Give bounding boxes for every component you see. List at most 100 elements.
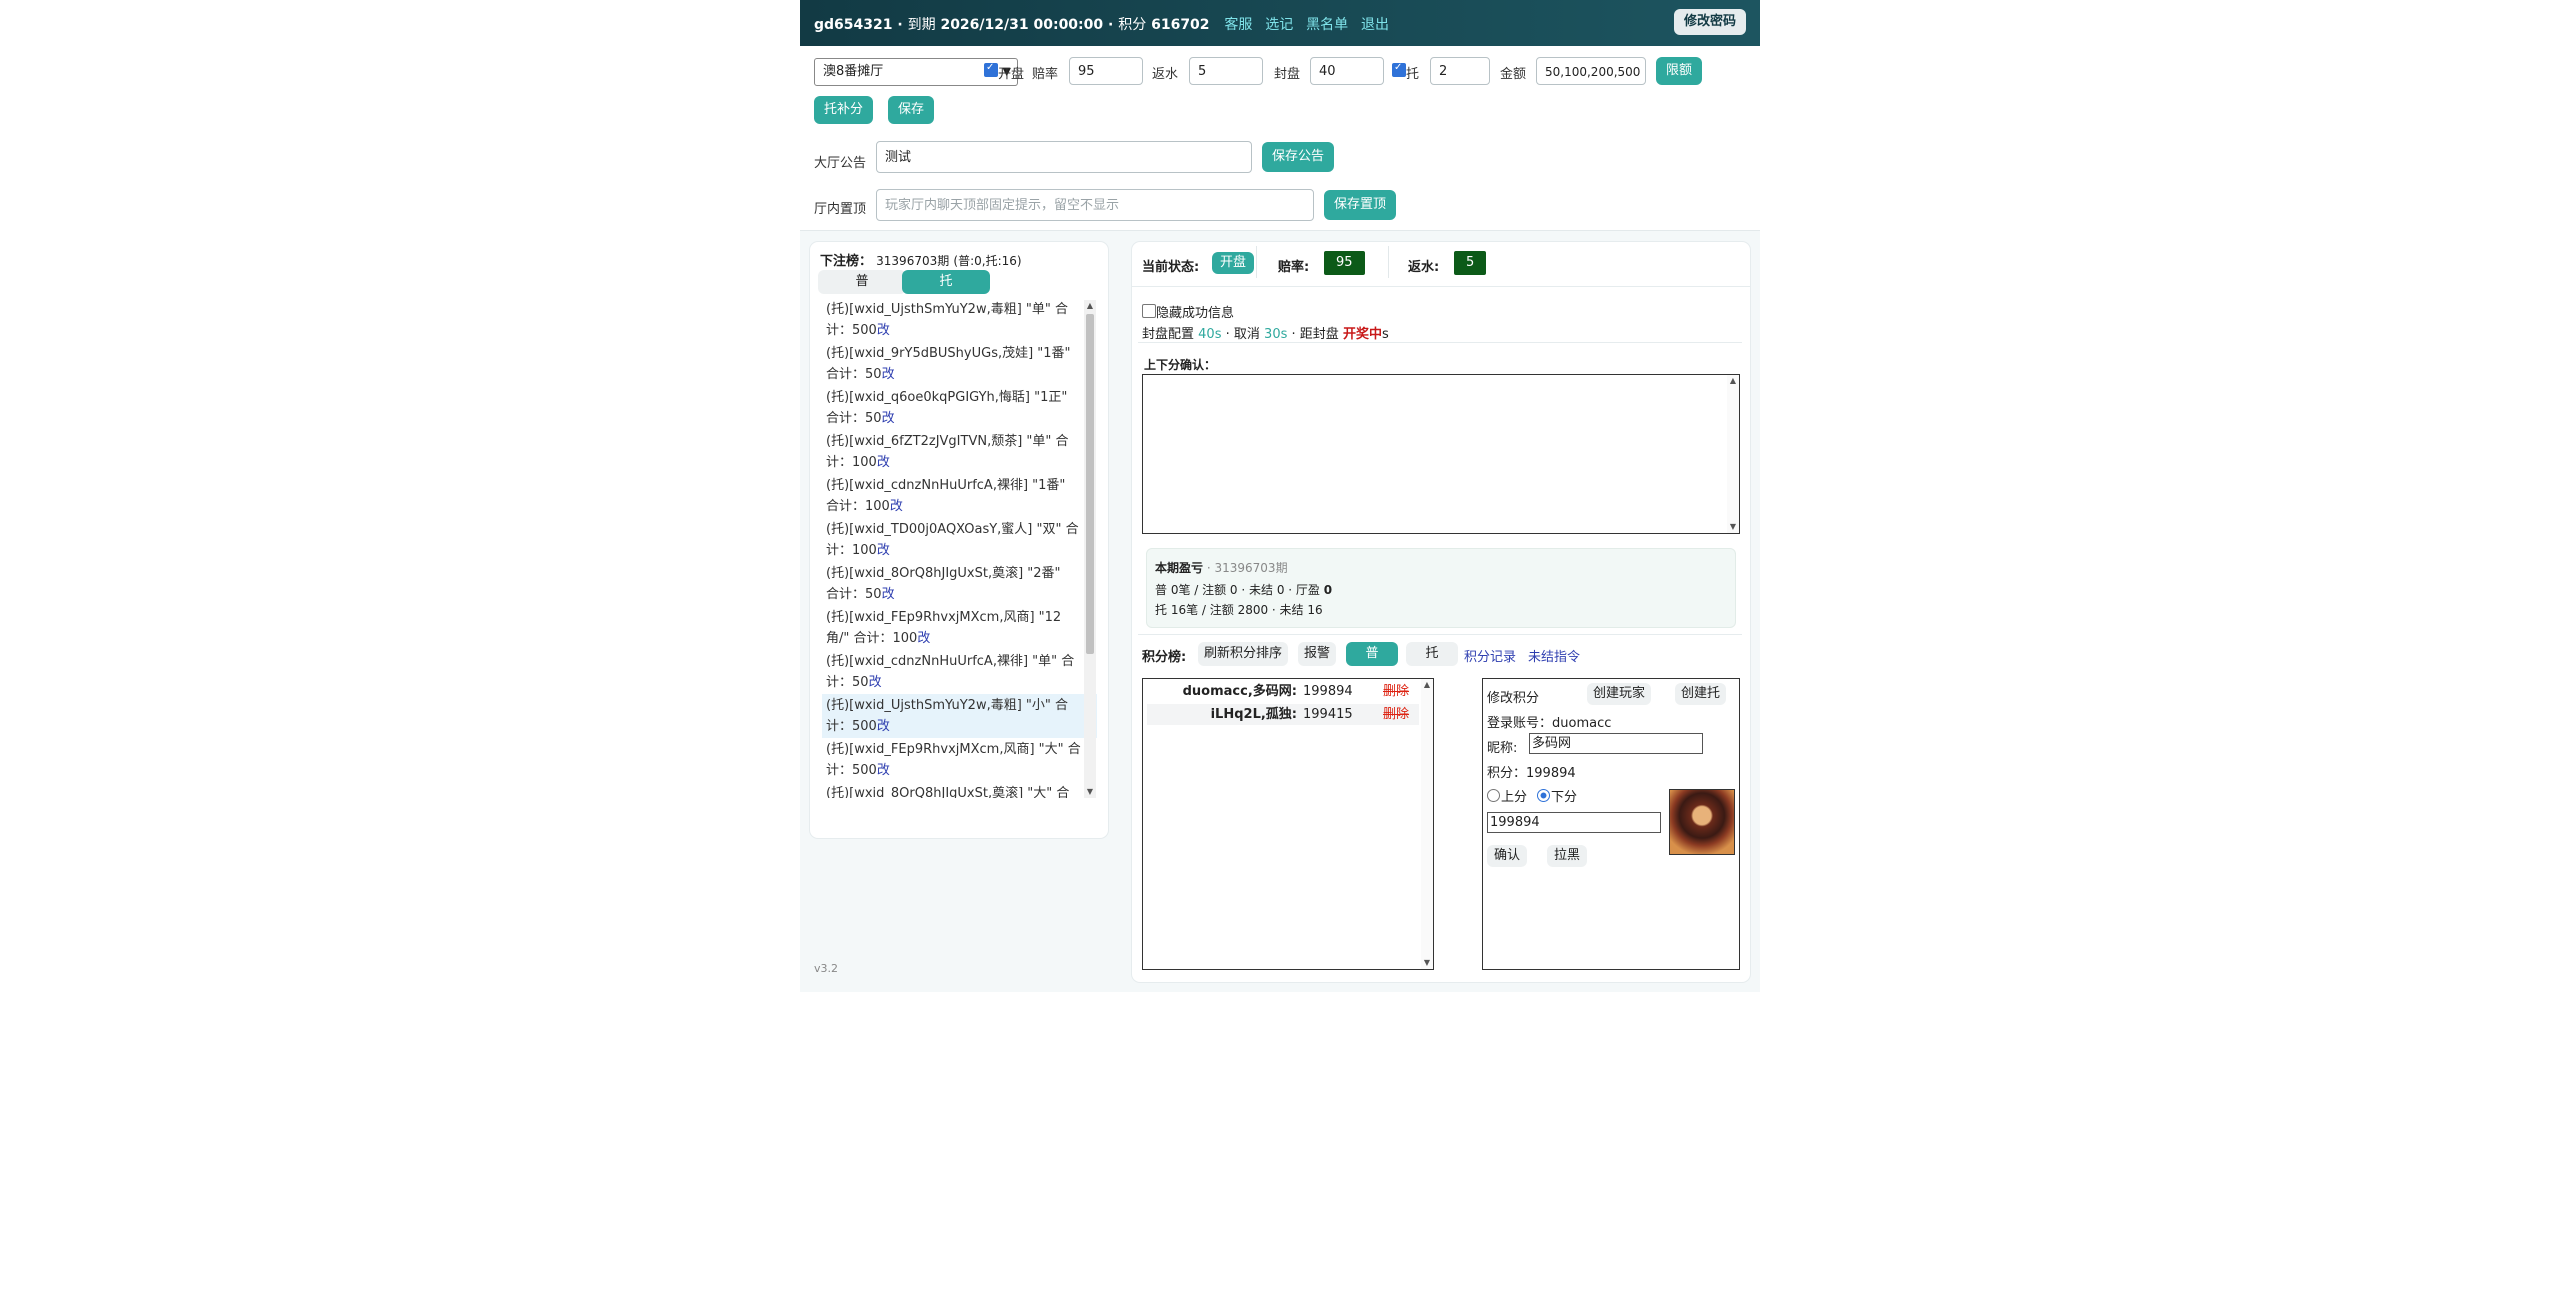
tuo-checkbox[interactable] [1392,62,1406,77]
expiry-label: 到期 [907,17,936,33]
score-name: iLHq2L,孤独: [1210,707,1297,722]
edit-points-value: 199894 [1526,766,1576,781]
blacklist-link[interactable]: 黑名单 [1306,17,1348,33]
points-label: 积分 [1118,17,1147,33]
scroll-down-icon[interactable]: ▼ [1084,786,1096,798]
confirm-button[interactable]: 确认 [1487,845,1528,867]
limit-button[interactable]: 限额 [1656,57,1703,85]
order-line2: 计：500改 [826,760,1081,781]
edit-order-link[interactable]: 改 [869,675,882,690]
tuo-fill-button[interactable]: 托补分 [814,96,874,124]
order-amount: 100 [892,631,918,646]
textarea-scrollbar[interactable]: ▲ ▼ [1727,375,1739,533]
amount-label: 金额 [1500,67,1527,82]
records-link[interactable]: 选记 [1265,17,1293,33]
nick-input[interactable]: 多码网 [1529,733,1703,754]
scroll-up-icon[interactable]: ▲ [1727,375,1739,387]
save-pin-button[interactable]: 保存置顶 [1324,190,1397,220]
delete-score-link[interactable]: 删除 [1383,704,1409,725]
edit-order-link[interactable]: 改 [882,411,895,426]
save-button[interactable]: 保存 [888,96,935,124]
rebate-input[interactable]: 5 [1189,57,1263,85]
scroll-up-icon[interactable]: ▲ [1421,679,1433,691]
orders-panel: 下注榜： 31396703期 (普:0,托:16) 普 托 (托)[wxid_U… [810,242,1108,838]
create-player-button[interactable]: 创建玩家 [1587,683,1652,705]
change-password-button[interactable]: 修改密码 [1673,9,1746,35]
order-amount: 100 [865,499,890,514]
order-line1: (托)[wxid_9rY5dBUShyUGs,茂娃] "1番" [826,346,1071,361]
scroll-thumb[interactable] [1086,314,1094,654]
score-list-scrollbar[interactable]: ▲ ▼ [1421,679,1433,969]
scroll-down-icon[interactable]: ▼ [1727,521,1739,533]
order-line1: (托)[wxid_cdnzNnHuUrfcA,裸徘] "单" 合 [826,654,1075,669]
edit-order-link[interactable]: 改 [882,367,895,382]
edit-panel: 修改积分 创建玩家 创建托 登录账号：duomacc 昵称: 多码网 积分：19… [1482,678,1740,970]
scores-tab-normal[interactable]: 普 [1346,642,1398,666]
orders-counts: (普:0,托:16) [953,254,1022,268]
orders-period: 31396703期 [876,254,950,268]
confirm-textarea[interactable]: ▲ ▼ [1142,374,1740,534]
order-item: (托)[wxid_UjsthSmYuY2w,毒粗] "单" 合计：500改× [822,298,1097,342]
alarm-button[interactable]: 报警 [1298,642,1337,666]
order-line1: (托)[wxid_TD00j0AQXOasY,蜜人] "双" 合 [826,522,1079,537]
order-total-label: 合计： [826,499,866,514]
edit-order-link[interactable]: 改 [917,631,930,646]
create-tuo-button[interactable]: 创建托 [1675,683,1727,705]
orders-tab-normal[interactable]: 普 [818,270,906,294]
refresh-scores-button[interactable]: 刷新积分排序 [1198,642,1289,666]
down-radio[interactable] [1537,789,1550,802]
order-line2: 角/" 合计：100改 [826,628,1081,649]
distance-value: 开奖中 [1342,327,1382,342]
edit-order-link[interactable]: 改 [882,587,895,602]
orders-scrollbar[interactable]: ▲ ▼ [1084,300,1096,798]
order-line1: (托)[wxid_8OrQ8hJIgUxSt,奠滚] "2番" [826,566,1061,581]
order-item: (托)[wxid_TD00j0AQXOasY,蜜人] "双" 合计：100改× [822,518,1097,562]
order-line2: 计：50改 [826,672,1081,693]
save-announcement-button[interactable]: 保存公告 [1262,142,1335,172]
score-records-link[interactable]: 积分记录 [1464,646,1516,665]
odds-label: 赔率 [1032,67,1059,82]
edit-order-link[interactable]: 改 [890,499,903,514]
block-button[interactable]: 拉黑 [1547,845,1588,867]
settings-band: 澳8番摊厅 ▼ 开盘 赔率 95 返水 5 封盘 40 托 2 金额 50,10… [800,46,1760,139]
orders-tab-tuo[interactable]: 托 [902,270,990,294]
divider [1138,342,1742,343]
score-value: 199894 [1303,684,1353,699]
amount-input[interactable]: 199894 [1487,812,1661,833]
announcement-input[interactable]: 测试 [876,141,1252,173]
scroll-up-icon[interactable]: ▲ [1084,300,1096,312]
profit-normal-text: 普 0笔 / 注额 0 · 未结 0 · 厅盈 [1155,583,1320,597]
order-total-label: 计： [826,455,853,470]
seal-config-label: 封盘配置 [1142,327,1195,342]
order-line1: (托)[wxid_6fZT2zJVgITVN,颓茶] "单" 合 [826,434,1069,449]
hide-success-label: 隐藏成功信息 [1156,306,1235,321]
score-row: duomacc,多码网: 199894 删除 [1147,681,1419,702]
amount-input[interactable]: 50,100,200,500 [1536,57,1646,85]
edit-order-link[interactable]: 改 [877,323,890,338]
edit-order-link[interactable]: 改 [877,543,890,558]
account-info: gd654321 · 到期 2026/12/31 00:00:00 · 积分 6… [814,17,1390,33]
edit-order-link[interactable]: 改 [877,719,890,734]
odds-input[interactable]: 95 [1069,57,1143,85]
up-radio[interactable] [1487,789,1500,802]
pin-label: 厅内置顶 [814,202,867,217]
seal-input[interactable]: 40 [1310,57,1384,85]
logout-link[interactable]: 退出 [1361,17,1389,33]
order-line1: (托)[wxid_q6oe0kqPGIGYh,悔聒] "1正" [826,390,1068,405]
up-radio-label: 上分 [1501,790,1528,805]
divider [1388,246,1389,278]
edit-order-link[interactable]: 改 [877,455,890,470]
scroll-down-icon[interactable]: ▼ [1421,957,1433,969]
edit-points-line: 积分：199894 [1487,762,1576,781]
scores-tab-tuo[interactable]: 托 [1406,642,1458,666]
tuo-input[interactable]: 2 [1430,57,1490,85]
unsettled-link[interactable]: 未结指令 [1528,646,1580,665]
customer-service-link[interactable]: 客服 [1224,17,1252,33]
profit-title-line: 本期盈亏 · 31396703期 [1155,561,1288,575]
edit-order-link[interactable]: 改 [877,763,890,778]
edit-points-label: 积分： [1487,766,1527,781]
pin-input[interactable]: 玩家厅内聊天顶部固定提示，留空不显示 [876,189,1314,221]
hide-success-checkbox[interactable] [1142,304,1156,318]
delete-score-link[interactable]: 删除 [1383,681,1409,702]
open-checkbox[interactable] [984,62,998,77]
